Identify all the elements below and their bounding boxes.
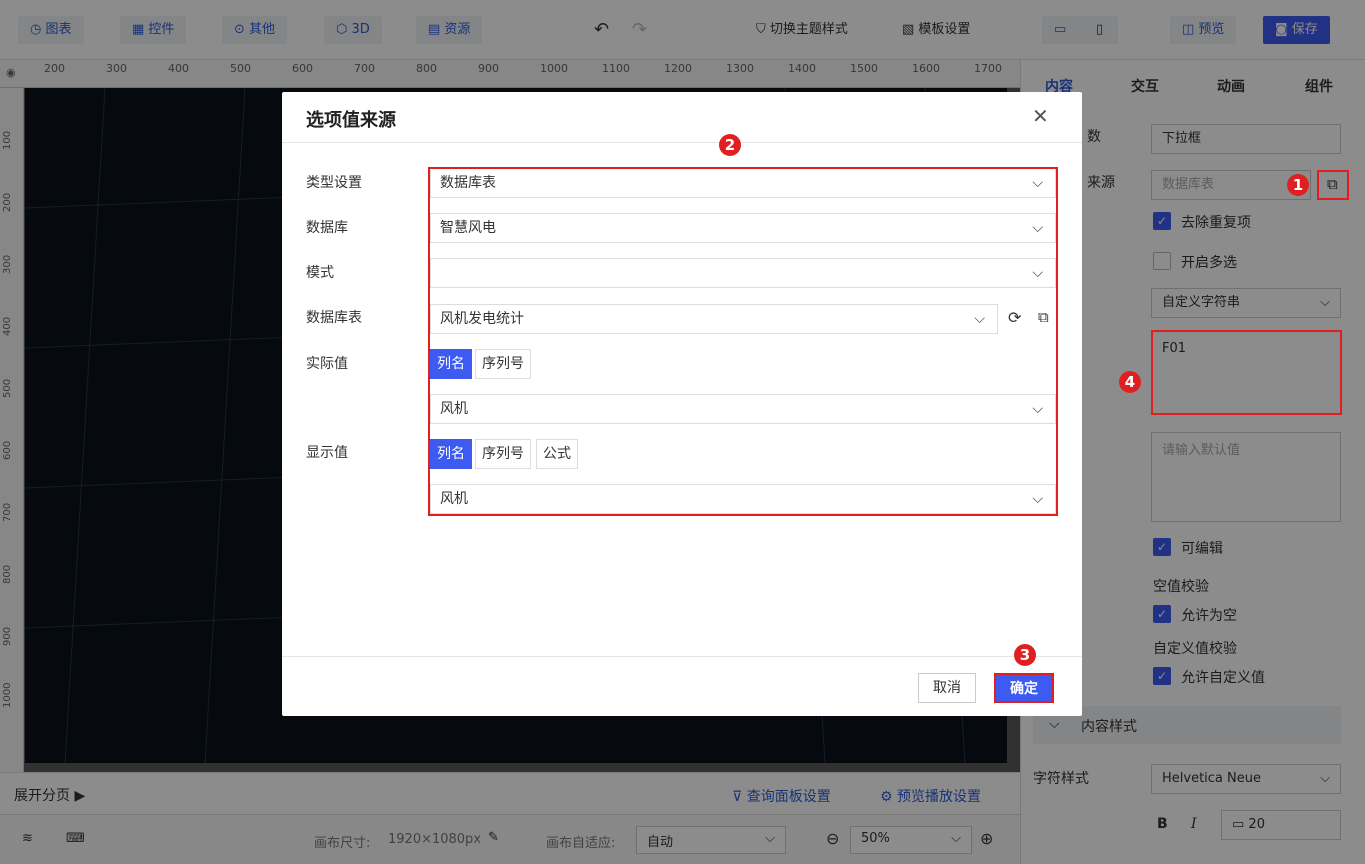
confirm-button[interactable]: 确定 (994, 673, 1054, 703)
highlight-form (428, 167, 1058, 516)
cancel-button[interactable]: 取消 (918, 673, 976, 703)
divider (282, 656, 1082, 657)
display-value-label: 显示值 (306, 445, 348, 461)
step-badge: 4 (1119, 371, 1141, 393)
table-label: 数据库表 (306, 310, 362, 326)
dialog-title: 选项值来源 (306, 110, 396, 131)
close-icon[interactable]: ✕ (1032, 104, 1049, 128)
highlight-custom-value (1151, 330, 1342, 415)
step-badge: 2 (719, 134, 741, 156)
highlight-copy (1317, 170, 1349, 200)
divider (282, 142, 1082, 143)
database-label: 数据库 (306, 220, 348, 236)
step-badge: 3 (1014, 644, 1036, 666)
option-source-dialog: 选项值来源 ✕ 类型设置 数据库表 ⌵ 数据库 智慧风电 ⌵ 模式 ⌵ 数据库表 风… (282, 92, 1082, 716)
type-label: 类型设置 (306, 175, 362, 191)
schema-label: 模式 (306, 265, 334, 281)
actual-value-label: 实际值 (306, 356, 348, 372)
step-badge: 1 (1287, 174, 1309, 196)
